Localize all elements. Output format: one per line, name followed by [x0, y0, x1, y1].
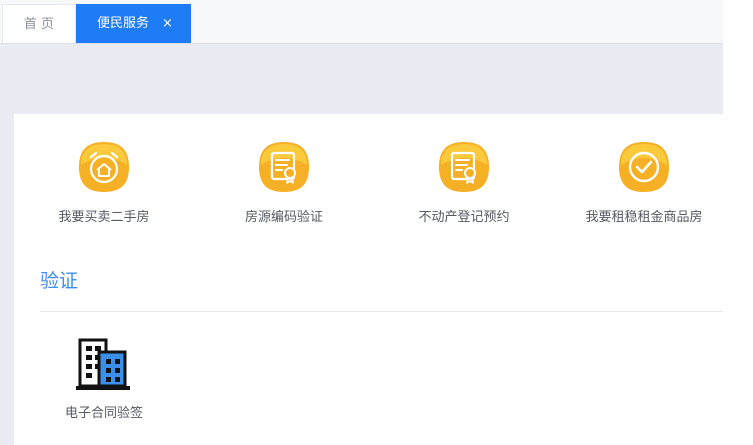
verify-electronic-contract[interactable]: 电子合同验签: [48, 336, 160, 421]
service-label: 房源编码验证: [244, 210, 323, 225]
alarm-house-icon: [79, 142, 129, 192]
service-real-estate-registration-appointment[interactable]: 不动产登记预约: [384, 140, 544, 225]
divider: [40, 311, 723, 312]
service-listing-code-verification[interactable]: 房源编码验证: [204, 140, 364, 225]
certificate-icon: [259, 142, 309, 192]
tab-label: 便民服务: [97, 16, 150, 31]
tab-home[interactable]: 首 页: [2, 4, 76, 43]
service-label: 我要买卖二手房: [58, 210, 150, 225]
tab-bar: 首 页 便民服务 ×: [0, 0, 723, 44]
certificate-icon: [439, 142, 489, 192]
close-icon[interactable]: ×: [162, 4, 173, 43]
service-stable-rent-commercial-housing[interactable]: 我要租稳租金商品房: [564, 140, 724, 225]
verify-item-label: 电子合同验签: [64, 406, 143, 421]
service-buy-sell-second-hand-house[interactable]: 我要买卖二手房: [24, 140, 184, 225]
section-title: 验证: [40, 270, 79, 292]
page-edge: [723, 0, 753, 445]
building-icon: [76, 338, 130, 390]
tab-convenience-services[interactable]: 便民服务 ×: [76, 4, 191, 43]
service-label: 不动产登记预约: [418, 210, 510, 225]
service-label: 我要租稳租金商品房: [585, 210, 703, 225]
check-circle-icon: [619, 142, 669, 192]
